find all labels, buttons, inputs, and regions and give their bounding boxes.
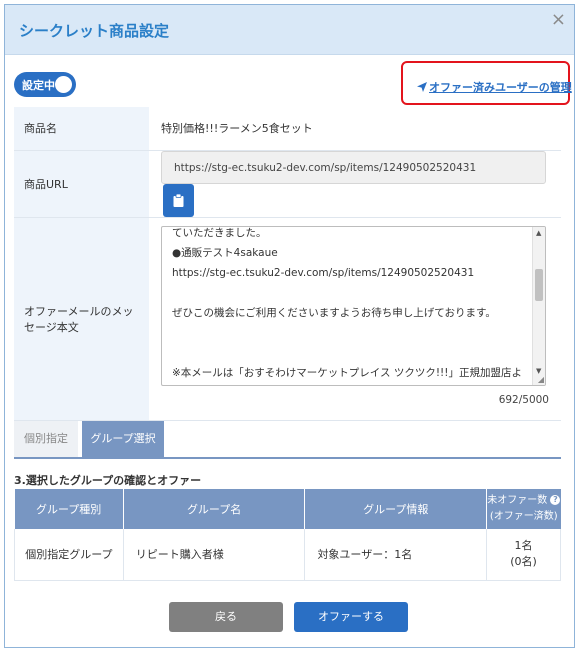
selection-tabs: 個別指定 グループ選択 xyxy=(14,421,561,459)
product-url-label: 商品URL xyxy=(14,150,149,218)
cell-group-name: リピート購入者様 xyxy=(122,529,306,581)
message-line: ぜひこの機会にご利用くださいますようお待ち申し上げております。 xyxy=(172,306,496,319)
cell-group-type: 個別指定グループ xyxy=(14,529,124,581)
resize-grip-icon[interactable]: ◢ xyxy=(538,375,544,384)
col-group-info: グループ情報 xyxy=(304,489,488,529)
offer-link-highlight: オファー済みユーザーの管理 xyxy=(401,61,572,105)
product-url-field[interactable]: https://stg-ec.tsuku2-dev.com/sp/items/1… xyxy=(161,150,546,184)
offered-users-link-label: オファー済みユーザーの管理 xyxy=(429,81,572,94)
col-group-type: グループ種別 xyxy=(14,489,124,529)
message-line: ていただきました。 xyxy=(172,226,267,239)
cell-unoffered: 1名 xyxy=(514,539,533,553)
cell-group-info: 対象ユーザー：1名 xyxy=(304,529,488,581)
table-row: 個別指定グループ リピート購入者様 対象ユーザー：1名 1名 (0名) xyxy=(14,529,561,581)
toggle-knob xyxy=(55,76,72,93)
close-icon[interactable]: × xyxy=(551,9,566,30)
group-table: グループ種別 グループ名 グループ情報 未オファー数 ? (オファー済数) 個別… xyxy=(14,489,561,581)
col-offered-count-label: (オファー済数) xyxy=(489,511,558,522)
message-line: https://stg-ec.tsuku2-dev.com/sp/items/1… xyxy=(172,266,475,279)
message-line xyxy=(172,323,527,343)
scroll-thumb[interactable] xyxy=(535,268,543,301)
col-offer-count-label: 未オファー数 xyxy=(487,495,548,506)
copy-url-button[interactable] xyxy=(163,183,194,217)
product-url-value: https://stg-ec.tsuku2-dev.com/sp/items/1… xyxy=(174,161,477,174)
scroll-down-icon[interactable]: ▼ xyxy=(536,367,541,375)
message-label: オファーメールのメッセージ本文 xyxy=(14,217,149,421)
modal-title: シークレット商品設定 xyxy=(19,22,170,40)
status-toggle[interactable]: 設定中 xyxy=(14,72,76,97)
cell-offer-count: 1名 (0名) xyxy=(486,529,561,581)
tab-group[interactable]: グループ選択 xyxy=(82,421,164,457)
message-textarea[interactable]: ていただきました。 ●通販テスト4sakaue https://stg-ec.t… xyxy=(161,225,546,386)
product-name-value: 特別価格!!!ラーメン5食セット xyxy=(149,107,561,151)
offer-button[interactable]: オファーする xyxy=(294,602,408,632)
modal-header: シークレット商品設定 × xyxy=(5,5,574,55)
message-line: ●通販テスト4sakaue xyxy=(172,246,278,259)
cell-offered: (0名) xyxy=(510,555,537,569)
message-text: ていただきました。 ●通販テスト4sakaue https://stg-ec.t… xyxy=(172,226,527,383)
message-line xyxy=(172,283,527,303)
offered-users-link[interactable]: オファー済みユーザーの管理 xyxy=(417,79,572,95)
message-line: ※本メールは「おすそわけマーケットプレイス ツクツク!!!」正規加盟店よ xyxy=(172,366,522,379)
char-count: 692/5000 xyxy=(498,393,549,406)
tab-individual[interactable]: 個別指定 xyxy=(14,421,78,457)
col-offer-count: 未オファー数 ? (オファー済数) xyxy=(486,489,561,529)
col-group-name: グループ名 xyxy=(123,489,306,529)
product-name-label: 商品名 xyxy=(14,107,149,151)
scroll-up-icon[interactable]: ▲ xyxy=(536,229,541,237)
message-line xyxy=(172,343,527,363)
back-button[interactable]: 戻る xyxy=(169,602,283,632)
toggle-label: 設定中 xyxy=(22,79,55,92)
clipboard-icon xyxy=(173,193,184,207)
message-scrollbar[interactable]: ▲ ▼ xyxy=(532,226,545,385)
section-title: 3.選択したグループの確認とオファー xyxy=(14,474,202,487)
product-form-table: 商品名 特別価格!!!ラーメン5食セット 商品URL https://stg-e… xyxy=(14,107,561,421)
send-icon xyxy=(417,82,427,92)
help-icon[interactable]: ? xyxy=(550,495,561,505)
